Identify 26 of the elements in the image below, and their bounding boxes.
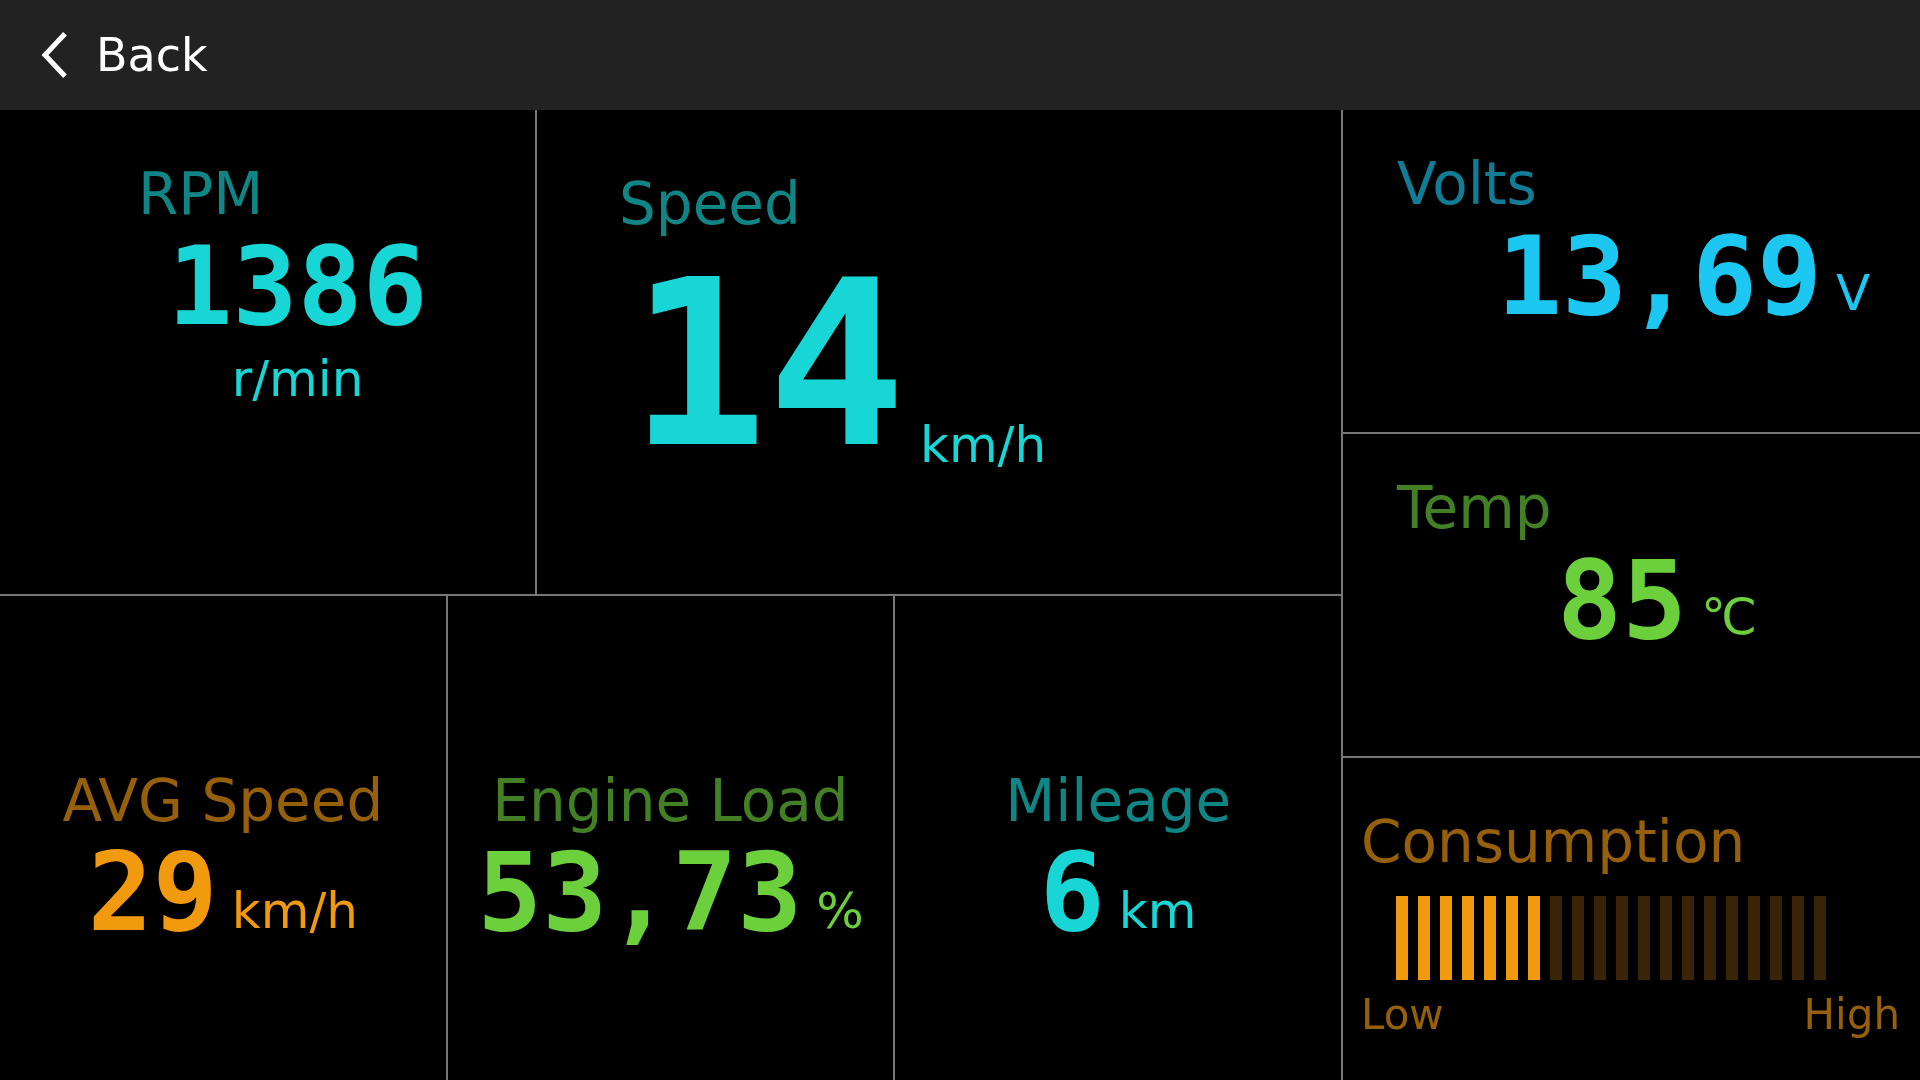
gauge-value: 53,73	[477, 836, 803, 950]
gauge-title: Consumption	[1361, 808, 1747, 878]
gauge-unit: km/h	[231, 881, 358, 943]
gauge-value: 29	[87, 836, 218, 950]
gauge-title: AVG Speed	[62, 766, 384, 837]
gauge-title: Speed	[619, 170, 802, 240]
low-label: Low	[1361, 989, 1444, 1039]
gauge-value: 13,69	[1497, 219, 1823, 333]
gauge-value: 85	[1557, 543, 1688, 657]
gauge-title: Temp	[1397, 474, 1553, 544]
gauge-unit: km	[1118, 881, 1197, 943]
gauge-value: 1386	[167, 229, 428, 343]
back-button[interactable]: Back	[0, 28, 208, 82]
gauge-unit: ℃	[1701, 587, 1758, 648]
gauge-value: 14	[629, 249, 906, 480]
high-label: High	[1803, 989, 1900, 1039]
back-chevron-icon	[40, 30, 70, 80]
gauge-unit: km/h	[919, 414, 1047, 476]
gauge-unit: r/min	[231, 349, 364, 409]
gauge-title: Volts	[1397, 150, 1538, 220]
gauge-title: Engine Load	[492, 766, 849, 837]
gauge-unit: %	[816, 881, 864, 943]
gauge-title: Mileage	[1005, 766, 1232, 837]
gauge-title: RPM	[137, 160, 264, 230]
gauge-unit: V	[1836, 263, 1871, 324]
gauge-value: 6	[1039, 836, 1105, 950]
